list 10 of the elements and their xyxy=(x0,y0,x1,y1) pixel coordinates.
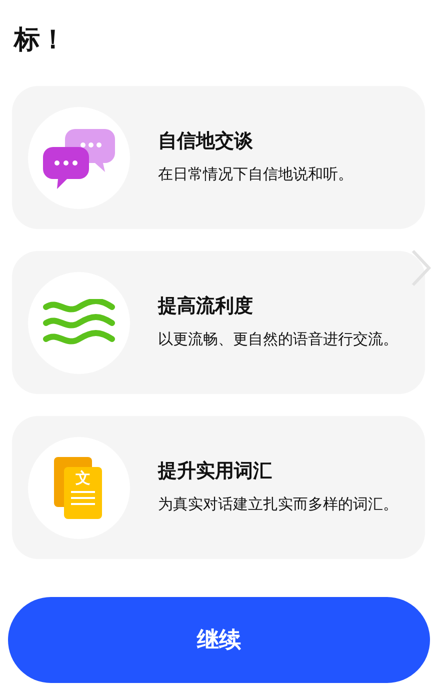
goal-description: 在日常情况下自信地说和听。 xyxy=(158,164,354,185)
page-heading: 标！ xyxy=(14,24,67,57)
goal-title: 提高流利度 xyxy=(158,294,254,319)
chevron-right-icon[interactable] xyxy=(410,248,432,288)
goal-description: 以更流畅、更自然的语音进行交流。 xyxy=(158,329,399,350)
waves-icon xyxy=(42,298,116,346)
goal-title: 自信地交谈 xyxy=(158,129,254,154)
goal-title: 提升实用词汇 xyxy=(158,459,273,484)
continue-button[interactable]: 继续 xyxy=(8,597,430,683)
goal-description: 为真实对话建立扎实而多样的词汇。 xyxy=(158,494,399,515)
